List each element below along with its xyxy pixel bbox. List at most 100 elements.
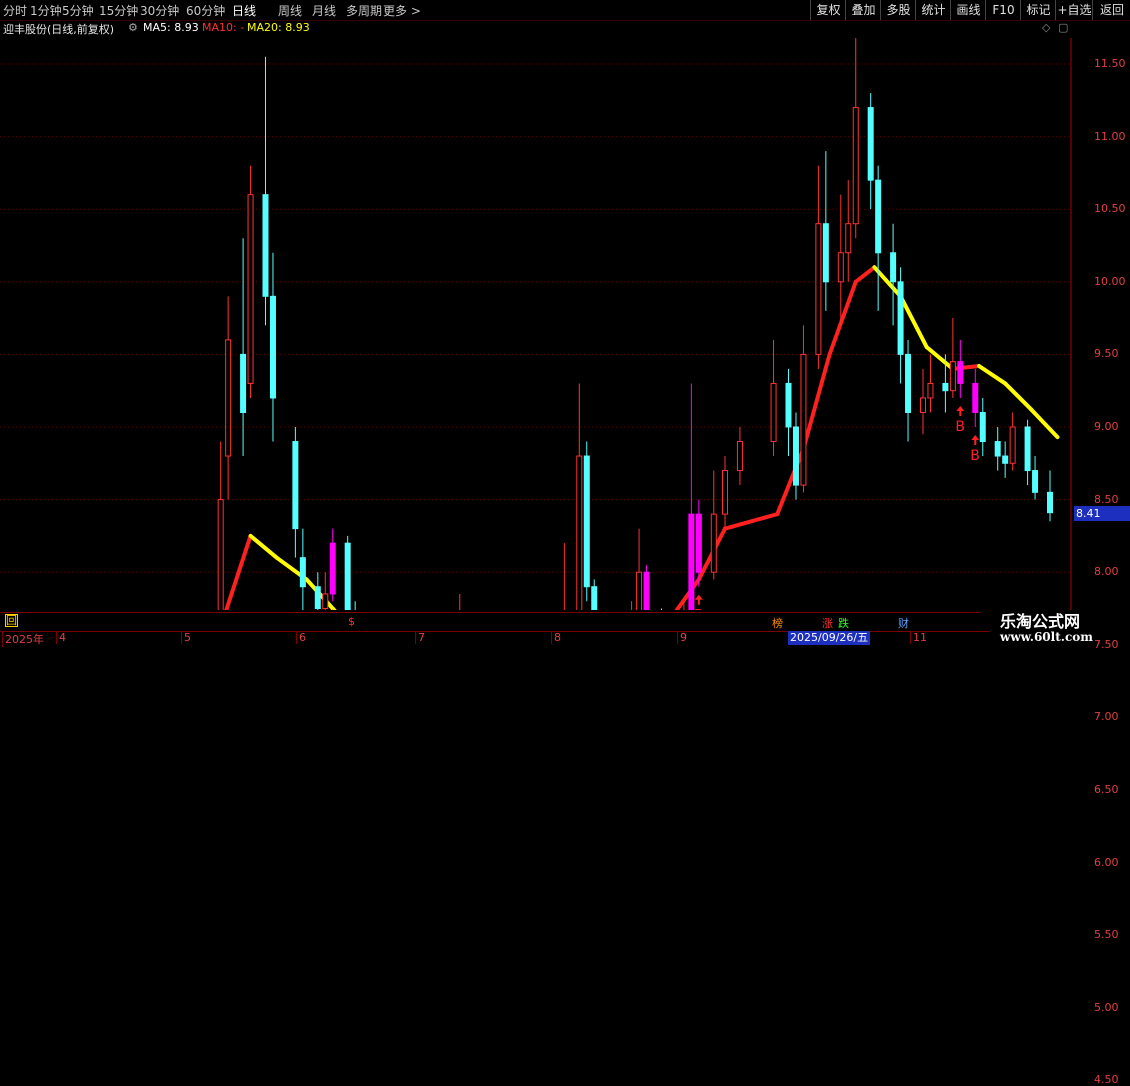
price-tick-label: 11.00 — [1094, 129, 1126, 143]
month-label: 4 — [56, 631, 66, 644]
period-tab-3[interactable]: 15分钟 — [99, 2, 138, 19]
candle-body — [845, 223, 852, 254]
candle-body — [1009, 426, 1016, 464]
ma-line-segment — [950, 364, 982, 371]
event-tag[interactable]: 跌 — [838, 615, 849, 631]
candle-body — [643, 571, 650, 610]
ma-line-segment — [248, 533, 279, 560]
ma20-label: MA20: 8.93 — [247, 21, 310, 34]
candle-body — [815, 223, 822, 355]
month-label: 5 — [181, 631, 191, 644]
candle-body — [875, 179, 882, 254]
candle-body — [942, 382, 949, 392]
event-icon[interactable]: 回 — [5, 614, 18, 627]
candle-body — [292, 441, 299, 530]
site-logo: 乐淘公式网 — [1000, 612, 1081, 631]
window-icon[interactable]: ▢ — [1058, 21, 1068, 34]
toolbar-button-7[interactable]: +自选 — [1055, 0, 1093, 20]
candle-body — [322, 593, 329, 609]
candle-body — [1002, 455, 1009, 464]
ma-line-segment — [674, 577, 701, 610]
candle-body — [957, 361, 964, 384]
toolbar-button-1[interactable]: 叠加 — [845, 0, 881, 20]
date-axis: 回 $ 榜 涨跌 财 2025年 4 5 6 7 8 9 11 2025/09/26/五 — [0, 612, 1130, 650]
candle-body — [927, 382, 934, 399]
price-tick-label: 8.00 — [1094, 565, 1119, 579]
candle-body — [785, 382, 792, 428]
month-label: 8 — [551, 631, 561, 644]
candle-body — [949, 361, 956, 392]
candle-body — [979, 411, 986, 443]
candle-body — [1032, 470, 1039, 493]
ma-line-segment — [775, 446, 806, 517]
candle-body — [792, 426, 799, 486]
diamond-icon[interactable]: ◇ — [1042, 21, 1050, 34]
ma-line-segment — [827, 279, 858, 357]
period-tab-4[interactable]: 30分钟 — [140, 2, 179, 19]
period-tab-1[interactable]: 1分钟 — [30, 2, 62, 19]
ma-line-segment — [977, 364, 1008, 386]
candle-body — [299, 557, 306, 588]
cursor-date-box: 2025/09/26/五 — [788, 631, 871, 645]
event-tag[interactable]: 榜 — [772, 615, 783, 631]
buy-signal-label: B — [694, 608, 704, 610]
buy-signal-label: B — [955, 419, 965, 435]
price-tick-label: 9.50 — [1094, 347, 1119, 361]
period-tab-8[interactable]: 月线 — [312, 2, 336, 19]
candle-body — [688, 513, 695, 610]
toolbar-button-3[interactable]: 统计 — [915, 0, 951, 20]
event-tag[interactable]: 涨 — [822, 615, 833, 631]
candle-body — [890, 252, 897, 283]
price-tick-label: 6.00 — [1094, 855, 1119, 869]
price-tick-label: 9.00 — [1094, 420, 1119, 433]
price-tick-label: 5.00 — [1094, 1000, 1119, 1014]
period-tab-2[interactable]: 5分钟 — [62, 2, 94, 19]
price-tick-label: 4.50 — [1094, 1073, 1119, 1086]
dollar-marker: $ — [348, 615, 355, 628]
candle-body — [736, 441, 743, 472]
candle-body — [897, 281, 904, 355]
event-strip — [0, 612, 980, 631]
month-label: 9 — [677, 631, 687, 644]
candle-body — [314, 586, 321, 609]
candle-body — [329, 542, 336, 595]
period-tab-10[interactable]: 更多 > — [383, 2, 421, 19]
month-label: 2025年 — [2, 631, 44, 647]
event-tag[interactable]: 财 — [898, 615, 909, 631]
candle-body — [800, 353, 807, 486]
ma5-label: MA5: 8.93 — [143, 21, 199, 34]
toolbar-button-4[interactable]: 画线 — [950, 0, 986, 20]
candle-body — [721, 470, 728, 515]
period-tab-0[interactable]: 分时 — [3, 2, 27, 19]
candle-body — [867, 107, 874, 181]
candle-body — [217, 499, 224, 610]
candle-body — [262, 194, 269, 297]
buy-arrow-icon — [971, 435, 980, 445]
period-tab-7[interactable]: 周线 — [278, 2, 302, 19]
toolbar-button-5[interactable]: F10 — [985, 0, 1021, 20]
price-tick-label: 10.00 — [1094, 274, 1126, 288]
period-tab-6[interactable]: 日线 — [232, 2, 256, 19]
candle-body — [1047, 491, 1053, 514]
period-tab-9[interactable]: 多周期 — [346, 2, 382, 19]
candle-body — [972, 382, 979, 413]
price-chart[interactable]: BBBBBBBBBB11.824.20 — [0, 38, 1072, 610]
price-tick-label: 8.50 — [1094, 492, 1119, 506]
toolbar-button-2[interactable]: 多股 — [880, 0, 916, 20]
ma-line-segment — [853, 265, 877, 284]
candle-body — [636, 571, 643, 610]
toolbar-button-0[interactable]: 复权 — [810, 0, 846, 20]
settings-circle-icon[interactable]: ⚙ — [128, 21, 138, 34]
toolbar-button-6[interactable]: 标记 — [1020, 0, 1056, 20]
period-tab-5[interactable]: 60分钟 — [186, 2, 225, 19]
price-tick-label: 11.50 — [1094, 57, 1126, 70]
candle-body — [344, 542, 351, 610]
candle-body — [994, 441, 1001, 457]
candle-body — [240, 353, 247, 413]
candle-body — [225, 339, 232, 457]
price-tick-label: 5.50 — [1094, 928, 1119, 942]
stock-title: 迎丰股份(日线,前复权) — [3, 23, 115, 36]
candle-body — [905, 353, 912, 413]
toolbar-button-8[interactable]: 返回 — [1092, 0, 1130, 20]
candle-body — [852, 107, 859, 225]
